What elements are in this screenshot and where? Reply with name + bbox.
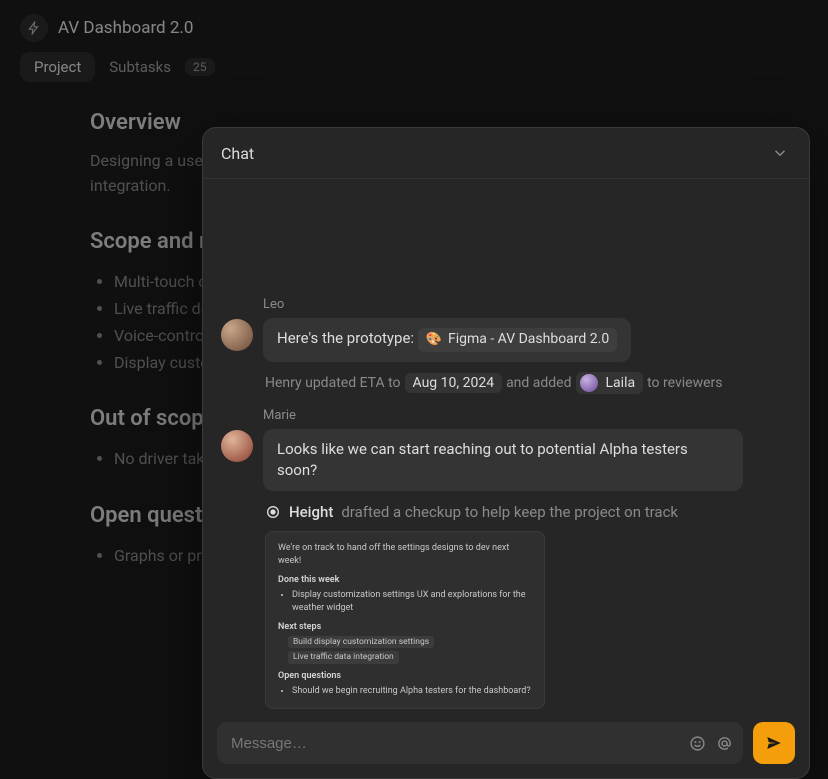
- message-leo: Leo Here's the prototype: 🎨 Figma - AV D…: [221, 297, 791, 362]
- figma-icon: 🎨: [426, 331, 442, 349]
- message-text: Here's the prototype:: [277, 329, 418, 347]
- message-bubble: Looks like we can start reaching out to …: [263, 429, 743, 491]
- sys-text: to reviewers: [647, 375, 722, 391]
- next-step-chip: Build display customization settings: [288, 636, 434, 648]
- avatar-laila: [580, 374, 598, 392]
- message-input[interactable]: [231, 735, 689, 752]
- chat-title: Chat: [221, 144, 254, 163]
- reviewer-chip[interactable]: Laila: [576, 372, 644, 394]
- sys-text: Henry updated ETA to: [265, 375, 401, 391]
- eta-chip[interactable]: Aug 10, 2024: [405, 373, 503, 393]
- next-step-chip: Live traffic data integration: [288, 651, 399, 663]
- sender-label: Marie: [263, 408, 791, 423]
- sys-text: and added: [506, 375, 571, 391]
- message-marie: Marie Looks like we can start reaching o…: [221, 408, 791, 491]
- send-icon: [765, 734, 783, 752]
- emoji-icon[interactable]: [689, 735, 706, 752]
- checkup-card[interactable]: We're on track to hand off the settings …: [265, 531, 545, 709]
- checkup-done-item: Display customization settings UX and ex…: [292, 589, 532, 615]
- checkup-open-item: Should we begin recruiting Alpha testers…: [292, 685, 532, 698]
- reviewer-name: Laila: [606, 375, 636, 391]
- sender-label: Leo: [263, 297, 791, 312]
- height-activity: Height drafted a checkup to help keep th…: [265, 503, 791, 521]
- checkup-intro: We're on track to hand off the settings …: [278, 542, 532, 568]
- message-text: Looks like we can start reaching out to …: [277, 440, 688, 479]
- avatar-leo: [221, 319, 253, 351]
- target-icon: [265, 504, 281, 520]
- message-bubble: Here's the prototype: 🎨 Figma - AV Dashb…: [263, 318, 631, 362]
- mention-icon[interactable]: [716, 735, 733, 752]
- system-activity-line: Henry updated ETA to Aug 10, 2024 and ad…: [265, 372, 791, 394]
- height-text: drafted a checkup to help keep the proje…: [341, 503, 678, 521]
- send-button[interactable]: [753, 722, 795, 764]
- height-name: Height: [289, 503, 333, 521]
- avatar-marie: [221, 430, 253, 462]
- checkup-next-heading: Next steps: [278, 621, 532, 634]
- chevron-down-icon: [771, 144, 789, 162]
- checkup-done-heading: Done this week: [278, 574, 532, 587]
- checkup-open-heading: Open questions: [278, 670, 532, 683]
- figma-attachment-chip[interactable]: 🎨 Figma - AV Dashboard 2.0: [418, 328, 617, 352]
- message-composer[interactable]: [217, 722, 743, 764]
- chat-panel: Chat Leo Here's the prototype: 🎨 Figma -…: [202, 127, 810, 779]
- chat-collapse-button[interactable]: [769, 142, 791, 164]
- attachment-label: Figma - AV Dashboard 2.0: [448, 330, 609, 350]
